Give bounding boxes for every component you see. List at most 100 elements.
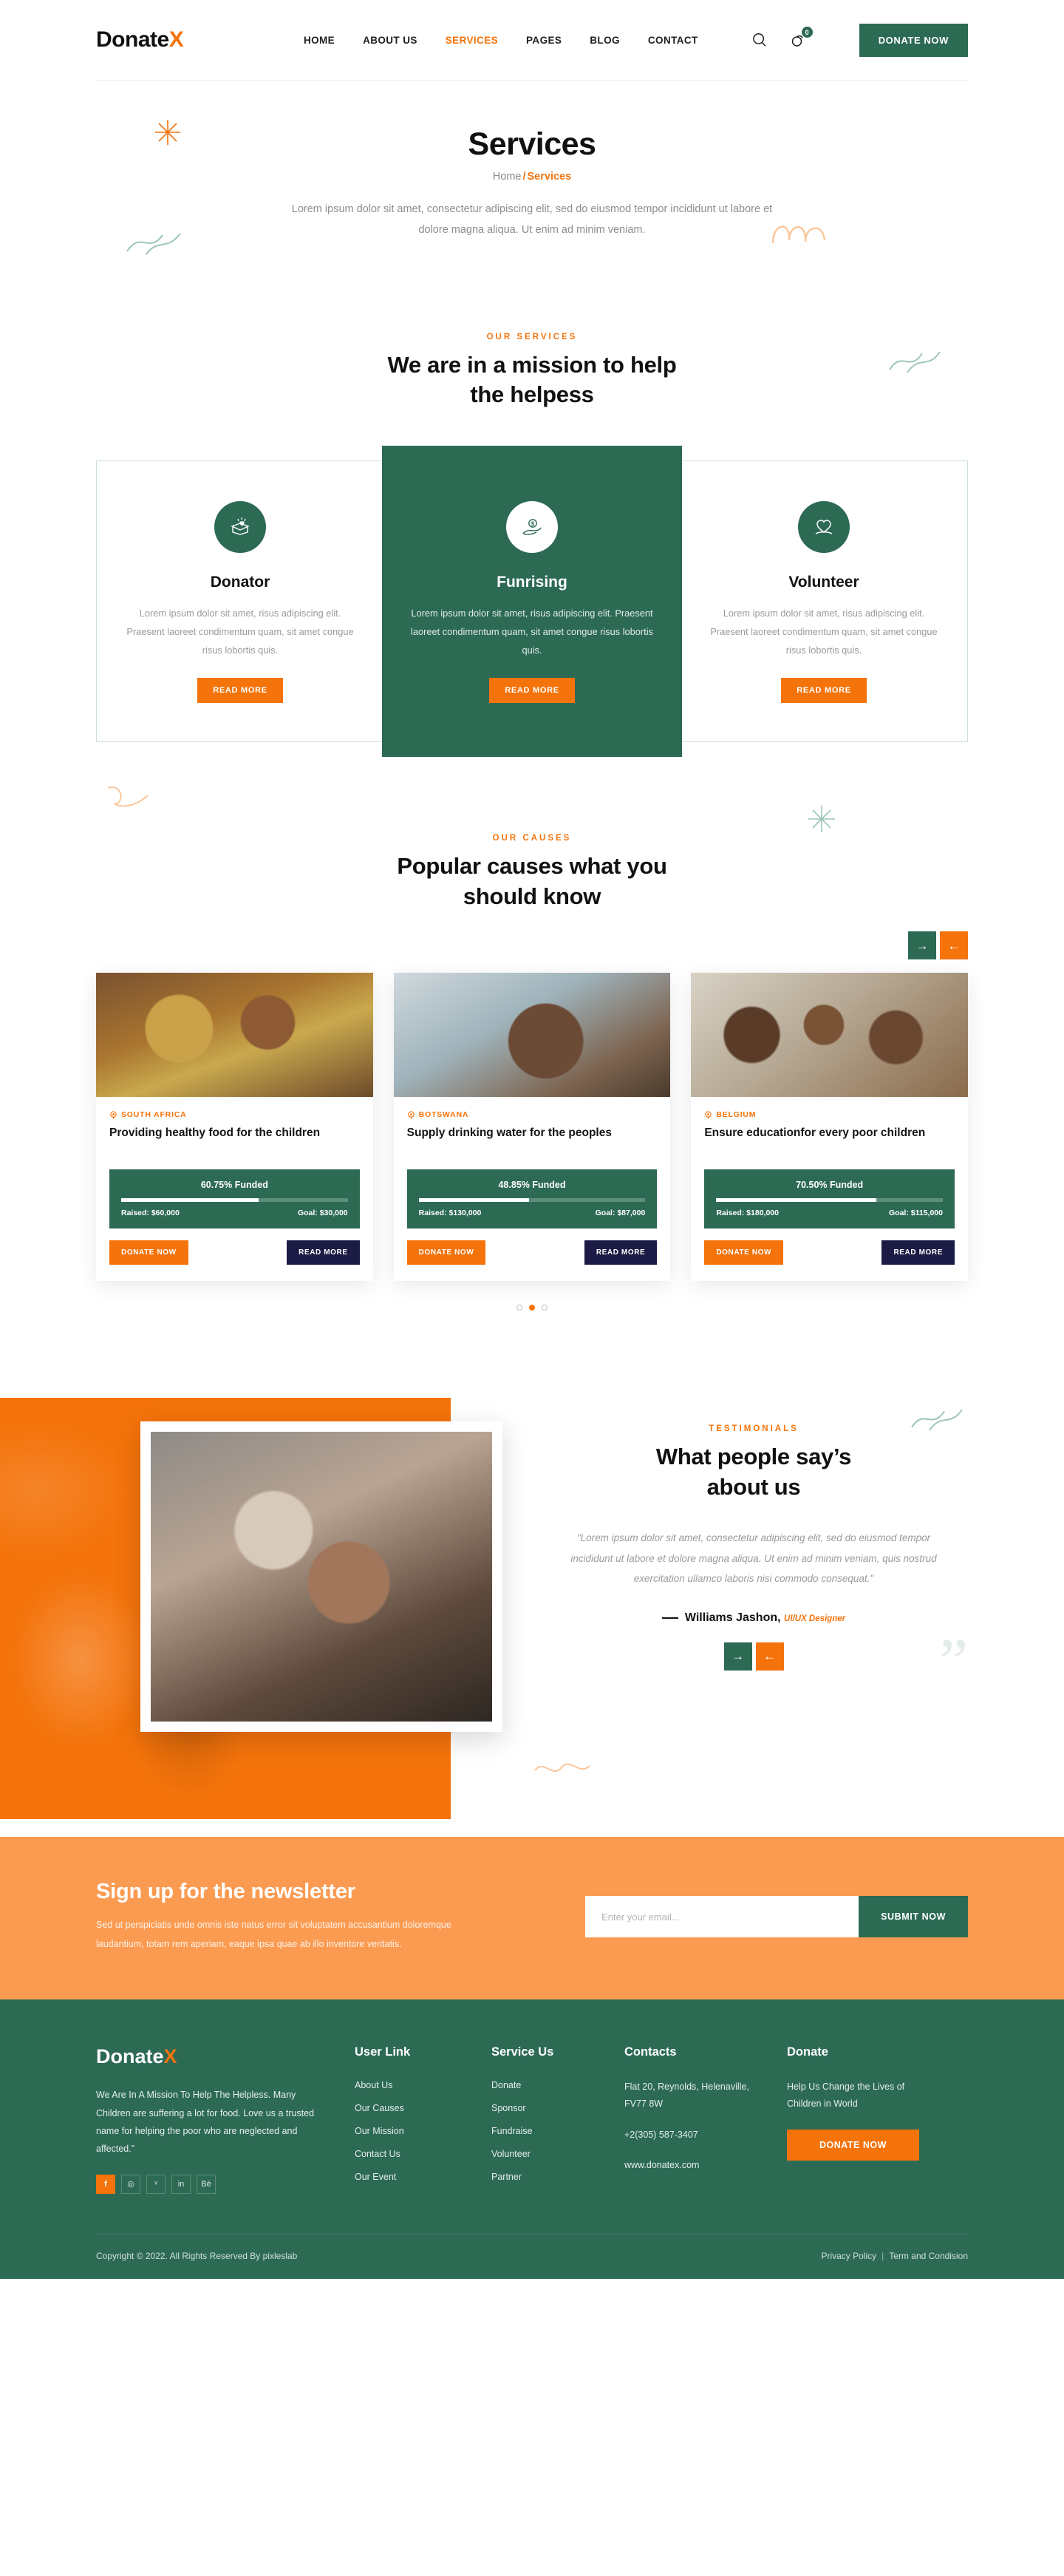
footer-donate-button[interactable]: DONATE NOW [787, 2129, 919, 2161]
cause-card[interactable]: SOUTH AFRICA Providing healthy food for … [96, 973, 373, 1282]
privacy-policy-link[interactable]: Privacy Policy [821, 2251, 876, 2261]
service-card-volunteer[interactable]: Volunteer Lorem ipsum dolor sit amet, ri… [680, 461, 968, 743]
cause-donate-button[interactable]: DONATE NOW [704, 1240, 784, 1265]
facebook-icon[interactable]: f [96, 2174, 115, 2194]
terms-link[interactable]: Term and Condision [889, 2251, 968, 2261]
footer-columns: DonateX We Are In A Mission To Help The … [96, 2045, 968, 2194]
legal-separator: | [881, 2250, 884, 2261]
newsletter-email-input[interactable] [585, 1896, 859, 1938]
footer-donate-text: Help Us Change the Lives of Children in … [787, 2081, 905, 2110]
nav-item-about-us[interactable]: ABOUT US [363, 35, 417, 46]
service-read-more-button[interactable]: READ MORE [489, 678, 575, 704]
footer-link-our-mission[interactable]: Our Mission [355, 2126, 404, 2136]
newsletter-title: Sign up for the newsletter [96, 1880, 355, 1904]
cart-icon[interactable]: 0 [790, 27, 813, 48]
location-pin-icon [705, 1110, 712, 1119]
gift-box-heart-icon [214, 501, 266, 554]
cause-funding-box: 60.75% Funded Raised: $60,000 Goal: $30,… [109, 1169, 360, 1229]
cause-title: Providing healthy food for the children [109, 1126, 321, 1140]
squiggle-decoration-left [126, 233, 181, 255]
footer-social-links: f ◎ ᵛ in Bē [96, 2174, 340, 2194]
testimonials-prev-arrow-icon[interactable]: ← [755, 1642, 784, 1671]
cause-funding-meta: Raised: $130,000 Goal: $87,000 [419, 1209, 646, 1217]
footer-column-title: Service Us [491, 2045, 554, 2059]
causes-heading: Popular causes what you should know [0, 852, 1064, 912]
footer-link-volunteer[interactable]: Volunteer [491, 2149, 531, 2159]
footer-link-our-causes[interactable]: Our Causes [355, 2103, 404, 2113]
cause-read-more-button[interactable]: READ MORE [584, 1240, 658, 1265]
service-read-more-button[interactable]: READ MORE [781, 678, 867, 704]
services-heading: We are in a mission to help the helpess [0, 350, 1064, 411]
testimonials-carousel-controls: → ← [547, 1642, 961, 1671]
services-heading-line1: We are in a mission to help [387, 351, 677, 378]
instagram-icon[interactable]: ◎ [121, 2174, 140, 2194]
star-burst-decoration-2 [808, 806, 835, 833]
footer-link-fundraise[interactable]: Fundraise [491, 2126, 533, 2136]
nav-item-pages[interactable]: PAGES [526, 35, 562, 46]
cause-read-more-button[interactable]: READ MORE [287, 1240, 360, 1265]
testimonials-heading-line2: about us [706, 1473, 801, 1500]
cause-location-label: SOUTH AFRICA [121, 1110, 187, 1120]
carousel-dot-3[interactable] [542, 1305, 548, 1311]
footer-link-donate[interactable]: Donate [491, 2080, 521, 2090]
location-pin-icon [407, 1110, 415, 1119]
service-card-text: Lorem ipsum dolor sit amet, risus adipis… [126, 608, 354, 656]
service-read-more-button[interactable]: READ MORE [197, 678, 283, 704]
list-item: Fundraise [491, 2124, 610, 2138]
nav-item-services[interactable]: SERVICES [446, 35, 498, 46]
search-icon[interactable] [751, 32, 768, 48]
carousel-dot-2[interactable] [529, 1305, 535, 1311]
footer-phone[interactable]: +2(305) 587-3407 [624, 2127, 772, 2144]
footer-logo[interactable]: DonateX [96, 2045, 340, 2068]
footer-service-column: Service Us Donate Sponsor Fundraise Volu… [491, 2045, 610, 2194]
footer-link-our-event[interactable]: Our Event [355, 2172, 396, 2182]
breadcrumb-home[interactable]: Home [493, 171, 522, 183]
service-card-title: Funrising [497, 574, 567, 591]
nav-item-blog[interactable]: BLOG [590, 35, 620, 46]
nav-item-contact[interactable]: CONTACT [648, 35, 698, 46]
causes-pagination-dots [0, 1305, 1064, 1311]
footer-website[interactable]: www.donatex.com [624, 2157, 772, 2174]
cause-funded-percent: 48.85% Funded [498, 1180, 566, 1191]
site-logo[interactable]: DonateX [96, 27, 184, 52]
testimonials-next-arrow-icon[interactable]: → [723, 1642, 752, 1671]
logo-text: Donate [96, 27, 169, 52]
service-card-funrising[interactable]: $ Funrising Lorem ipsum dolor sit amet, … [382, 446, 682, 758]
cause-location-label: BOTSWANA [418, 1110, 469, 1120]
newsletter-form: SUBMIT NOW [585, 1896, 968, 1938]
cause-card[interactable]: BELGIUM Ensure educationfor every poor c… [691, 973, 968, 1282]
breadcrumb-separator: / [522, 171, 526, 183]
footer-link-about-us[interactable]: About Us [355, 2080, 392, 2090]
behance-icon[interactable]: Bē [197, 2174, 216, 2194]
cause-image [691, 973, 968, 1098]
testimonials-heading-line1: What people say’s [655, 1444, 852, 1470]
footer-link-partner[interactable]: Partner [491, 2172, 522, 2182]
nav-item-home[interactable]: HOME [304, 35, 335, 46]
cause-card-body: BELGIUM Ensure educationfor every poor c… [691, 1097, 968, 1281]
page-title: Services [468, 126, 596, 162]
footer-link-contact-us[interactable]: Contact Us [355, 2149, 400, 2159]
page-hero: Services Home / Services Lorem ipsum dolor… [0, 81, 1064, 290]
arrow-swirl-decoration [107, 786, 149, 807]
newsletter-submit-button[interactable]: SUBMIT NOW [859, 1896, 968, 1938]
twitter-icon[interactable]: ᵛ [146, 2174, 166, 2194]
footer-address: Flat 20, Reynolds, Helenaville, FV77 8W [624, 2081, 749, 2110]
header-donate-button[interactable]: DONATE NOW [859, 23, 968, 57]
cause-donate-button[interactable]: DONATE NOW [109, 1240, 188, 1265]
cause-title: Ensure educationfor every poor children [704, 1126, 926, 1140]
services-section: OUR SERVICES We are in a mission to help… [0, 290, 1064, 758]
footer-link-sponsor[interactable]: Sponsor [491, 2103, 526, 2113]
causes-next-arrow-icon[interactable]: → [908, 931, 936, 960]
linkedin-icon[interactable]: in [171, 2174, 191, 2194]
causes-prev-arrow-icon[interactable]: ← [940, 931, 968, 960]
testimonial-author-role: UI/UX Designer [784, 1614, 846, 1623]
copyright-text: Copyright © 2022. All Rights Reserved By… [96, 2250, 298, 2261]
service-card-donator[interactable]: Donator Lorem ipsum dolor sit amet, risu… [96, 461, 384, 743]
cause-donate-button[interactable]: DONATE NOW [406, 1240, 486, 1265]
cart-count-badge: 0 [801, 27, 813, 38]
service-card-title: Volunteer [788, 574, 859, 591]
footer-column-title: User Link [355, 2045, 411, 2059]
cause-read-more-button[interactable]: READ MORE [881, 1240, 955, 1265]
cause-card[interactable]: BOTSWANA Supply drinking water for the p… [393, 973, 671, 1282]
carousel-dot-1[interactable] [516, 1305, 522, 1311]
